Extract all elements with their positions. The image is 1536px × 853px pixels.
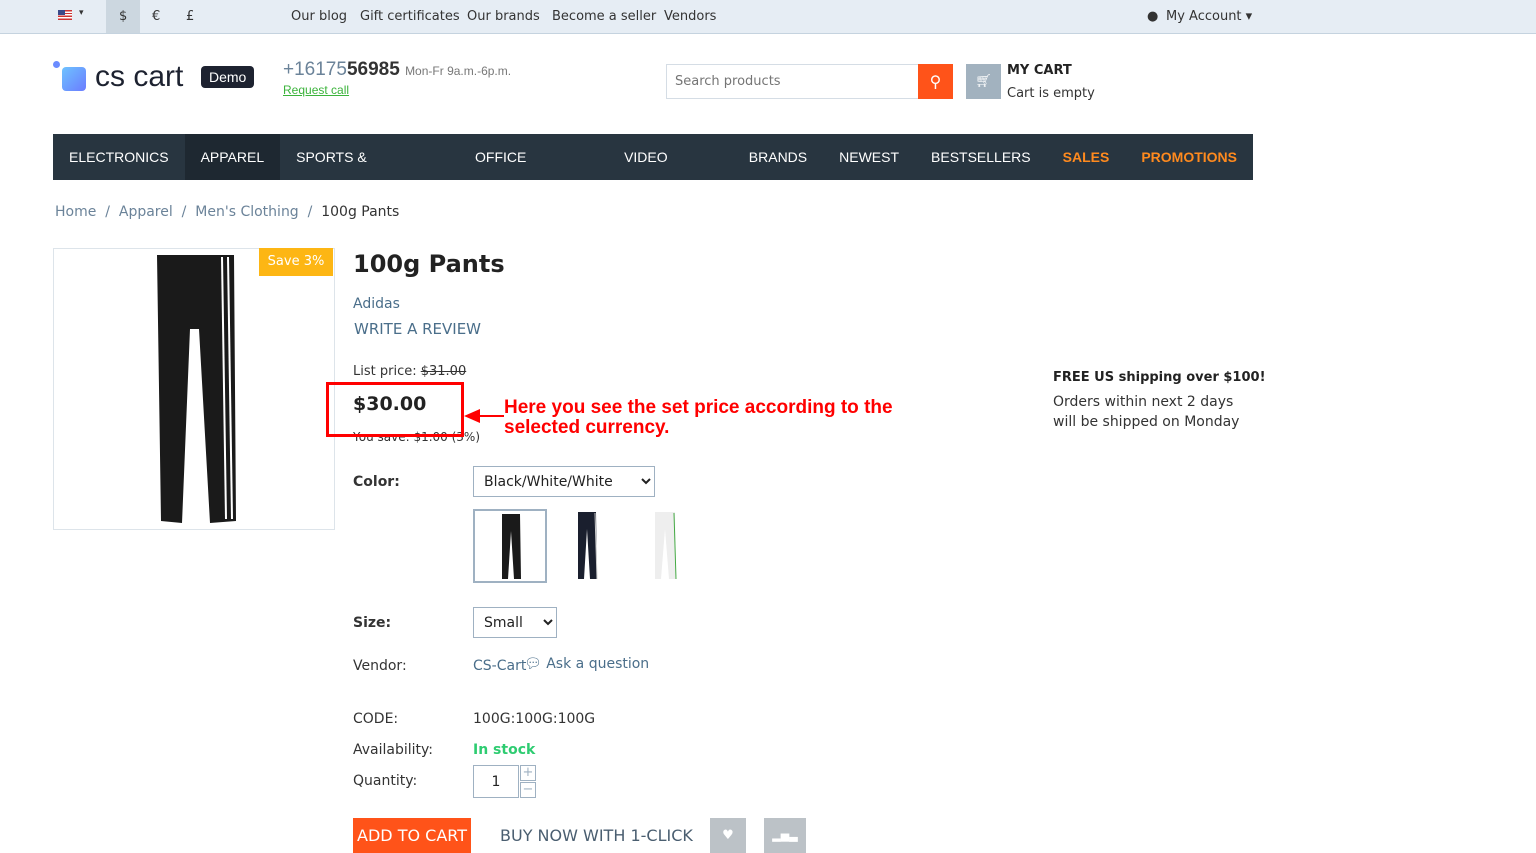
size-select[interactable]: Small bbox=[473, 607, 557, 638]
shipping-text: Orders within next 2 days will be shippe… bbox=[1053, 394, 1240, 430]
search-input[interactable] bbox=[666, 64, 919, 99]
quantity-label: Quantity: bbox=[353, 773, 418, 789]
arrow-head-icon bbox=[464, 409, 480, 423]
nav-electronics[interactable]: ELECTRONICS bbox=[53, 134, 185, 180]
quantity-decrease-button[interactable]: − bbox=[520, 782, 536, 798]
add-to-cart-button[interactable]: ADD TO CART bbox=[353, 818, 471, 853]
main-nav: ELECTRONICS APPAREL SPORTS & OUTDOORS OF… bbox=[53, 134, 1253, 211]
quantity-increase-button[interactable]: + bbox=[520, 765, 536, 781]
currency-eur[interactable]: € bbox=[152, 9, 160, 24]
buy-now-button[interactable]: BUY NOW WITH 1-CLICK bbox=[500, 826, 693, 845]
write-review-link[interactable]: WRITE A REVIEW bbox=[354, 320, 481, 338]
ask-question-link[interactable]: 💬︎ Ask a question bbox=[524, 656, 649, 672]
currency-usd[interactable]: $ bbox=[119, 9, 127, 24]
demo-badge: Demo bbox=[201, 66, 255, 88]
color-select[interactable]: Black/White/White bbox=[473, 466, 655, 497]
ask-question-label: Ask a question bbox=[546, 656, 650, 672]
availability-label: Availability: bbox=[353, 742, 434, 758]
breadcrumb-apparel[interactable]: Apparel bbox=[119, 204, 173, 220]
color-label: Color: bbox=[353, 474, 400, 490]
vendor-link[interactable]: CS-Cart bbox=[473, 658, 526, 674]
breadcrumb: Home / Apparel / Men's Clothing / 100g P… bbox=[55, 204, 400, 220]
breadcrumb-mens[interactable]: Men's Clothing bbox=[195, 204, 298, 220]
cart-status: Cart is empty bbox=[1007, 86, 1095, 101]
nav-newest[interactable]: NEWEST bbox=[823, 134, 915, 180]
breadcrumb-home[interactable]: Home bbox=[55, 204, 96, 220]
nav-brands[interactable]: BRANDS bbox=[733, 134, 823, 180]
list-price: List price: $31.00 bbox=[353, 364, 467, 379]
user-icon: ● bbox=[1147, 9, 1159, 24]
my-account-label: My Account bbox=[1166, 9, 1242, 24]
product-title: 100g Pants bbox=[353, 250, 505, 278]
chat-icon: 💬︎ bbox=[524, 656, 542, 672]
save-badge: Save 3% bbox=[259, 248, 333, 276]
compare-button[interactable]: ▂▅▃ bbox=[764, 818, 806, 853]
code-value: 100G:100G:100G bbox=[473, 711, 596, 727]
heart-icon: ♥ bbox=[722, 828, 734, 843]
shipping-title: FREE US shipping over $100! bbox=[1053, 370, 1266, 385]
nav-promotions[interactable]: PROMOTIONS bbox=[1125, 134, 1253, 180]
vendor-label: Vendor: bbox=[353, 658, 407, 674]
cart-title[interactable]: MY CART bbox=[1007, 63, 1072, 78]
annotation-box bbox=[326, 382, 464, 437]
nav-sales[interactable]: SALES bbox=[1047, 134, 1126, 180]
link-blog[interactable]: Our blog bbox=[291, 9, 347, 24]
annotation-text: Here you see the set price according to … bbox=[504, 397, 893, 438]
availability-value: In stock bbox=[473, 742, 536, 758]
link-vendors[interactable]: Vendors bbox=[664, 9, 716, 24]
nav-video-games[interactable]: VIDEO GAMES bbox=[608, 134, 733, 211]
pants-image bbox=[157, 255, 236, 523]
my-account-menu[interactable]: My Account ▾ bbox=[1166, 9, 1252, 24]
brand-link[interactable]: Adidas bbox=[353, 296, 400, 312]
quantity-input[interactable] bbox=[473, 765, 519, 798]
search-button[interactable]: ⚲ bbox=[918, 64, 953, 99]
breadcrumb-current: 100g Pants bbox=[321, 204, 400, 220]
annotation-arrow bbox=[480, 415, 504, 417]
nav-sports[interactable]: SPORTS & OUTDOORS bbox=[280, 134, 459, 211]
color-variant-navy[interactable] bbox=[551, 509, 625, 583]
search-icon: ⚲ bbox=[929, 72, 942, 91]
link-gift[interactable]: Gift certificates bbox=[360, 9, 460, 24]
code-label: CODE: bbox=[353, 711, 399, 727]
product-image[interactable] bbox=[53, 248, 335, 530]
wishlist-button[interactable]: ♥ bbox=[710, 818, 746, 853]
size-label: Size: bbox=[353, 615, 392, 631]
request-call-link[interactable]: Request call bbox=[283, 83, 349, 97]
logo[interactable]: cs cart bbox=[95, 60, 183, 94]
top-bar: ▾ $ € £ Our blog Gift certificates Our b… bbox=[0, 0, 1536, 34]
us-flag-icon[interactable] bbox=[58, 10, 72, 20]
logo-dot-icon bbox=[53, 61, 60, 68]
link-seller[interactable]: Become a seller bbox=[552, 9, 656, 24]
color-variant-white[interactable] bbox=[628, 509, 702, 583]
phone: +1617556985 Mon-Fr 9a.m.-6p.m. bbox=[283, 59, 512, 80]
currency-gbp[interactable]: £ bbox=[186, 9, 194, 24]
nav-bestsellers[interactable]: BESTSELLERS bbox=[915, 134, 1047, 180]
logo-icon[interactable] bbox=[62, 67, 86, 91]
cart-button[interactable]: 🛒︎ bbox=[966, 64, 1001, 99]
cart-icon: 🛒︎ bbox=[975, 74, 992, 89]
nav-apparel[interactable]: APPAREL bbox=[184, 134, 281, 180]
link-brands[interactable]: Our brands bbox=[467, 9, 540, 24]
color-variant-black-white[interactable] bbox=[473, 509, 547, 583]
nav-office[interactable]: OFFICE SUPPLIES bbox=[459, 134, 608, 211]
bar-chart-icon: ▂▅▃ bbox=[772, 829, 798, 842]
